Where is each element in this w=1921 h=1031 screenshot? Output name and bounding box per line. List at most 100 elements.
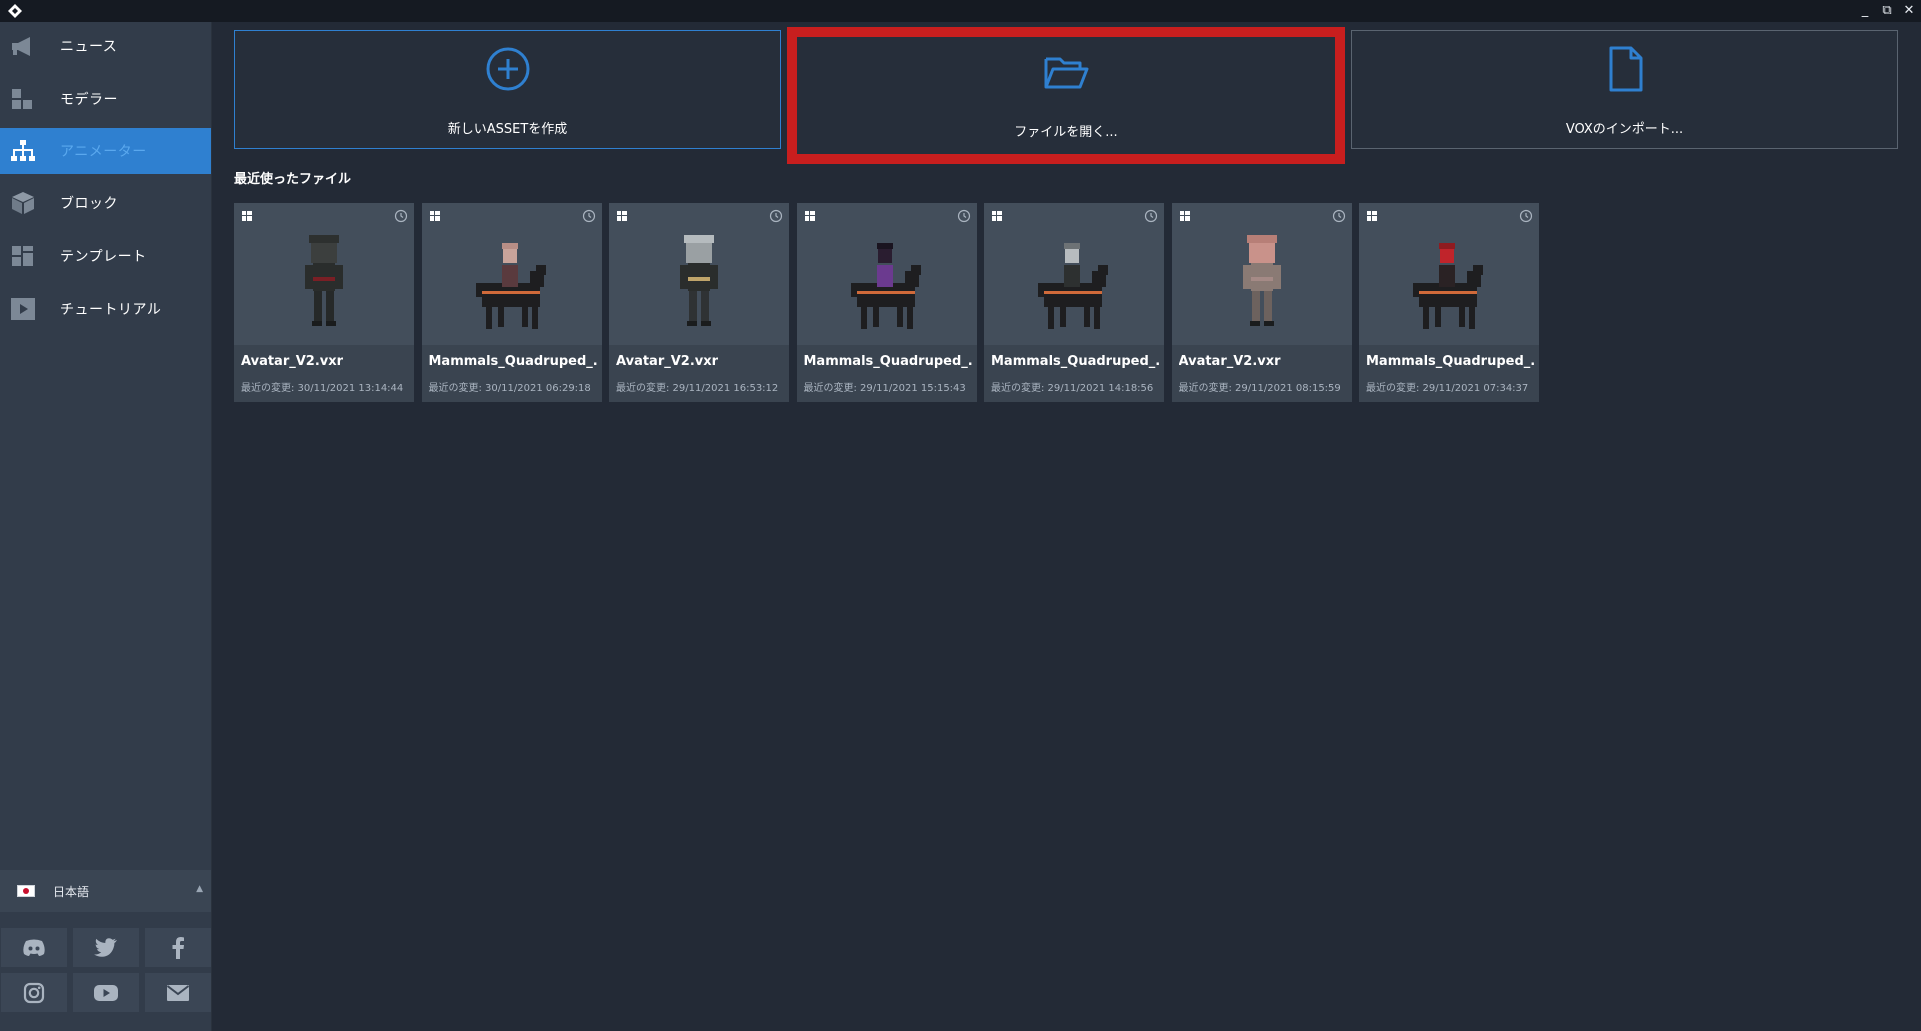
open-file-button[interactable]: ファイルを開く... [787, 27, 1345, 164]
file-thumbnail [609, 203, 789, 345]
new-asset-label: 新しいASSETを作成 [447, 122, 568, 137]
asset-preview-image [1413, 243, 1483, 329]
sidebar-item-label: モデラー [60, 92, 118, 108]
sidebar-item-label: ブロック [60, 196, 118, 212]
instagram-icon [23, 982, 45, 1003]
history-icon[interactable] [1332, 209, 1346, 223]
file-thumbnail [1359, 203, 1539, 345]
template-icon [12, 246, 33, 266]
history-icon[interactable] [394, 209, 408, 223]
discord-icon [23, 939, 45, 956]
recent-files-title: 最近使ったファイル [234, 172, 352, 187]
recent-file-card[interactable]: Avatar_V2.vxr 最近の変更: 29/11/2021 08:15:59 [1171, 203, 1352, 402]
instagram-button[interactable] [1, 973, 67, 1012]
file-modified-date: 最近の変更: 29/11/2021 16:53:12 [616, 383, 779, 394]
japan-flag-icon [17, 885, 35, 897]
app-logo-icon [8, 4, 22, 18]
file-name: Avatar_V2.vxr [616, 354, 719, 369]
history-icon[interactable] [957, 209, 971, 223]
mail-icon [166, 984, 190, 1001]
file-thumbnail [234, 203, 414, 345]
asset-type-icon [617, 211, 627, 221]
history-icon[interactable] [769, 209, 783, 223]
sidebar-item-templates[interactable]: テンプレート [0, 233, 211, 279]
asset-preview-image [1038, 243, 1108, 329]
youtube-button[interactable] [73, 973, 139, 1012]
import-vox-button[interactable]: VOXのインポート... [1351, 30, 1898, 149]
history-icon[interactable] [1519, 209, 1533, 223]
asset-preview-image [680, 235, 718, 326]
recent-file-card[interactable]: Avatar_V2.vxr 最近の変更: 29/11/2021 16:53:12 [609, 203, 789, 402]
sidebar-item-news[interactable]: ニュース [0, 23, 211, 69]
cube-icon [12, 192, 34, 214]
file-name: Avatar_V2.vxr [241, 354, 344, 369]
restore-button[interactable]: ⧉ [1879, 3, 1895, 19]
sidebar-item-modeler[interactable]: モデラー [0, 76, 211, 122]
asset-type-icon [1367, 211, 1377, 221]
file-thumbnail [421, 203, 602, 345]
recent-file-card[interactable]: Avatar_V2.vxr 最近の変更: 30/11/2021 13:14:44 [234, 203, 414, 402]
asset-type-icon [992, 211, 1002, 221]
file-name: Mammals_Quadruped_... [1366, 354, 1534, 369]
sidebar-item-label: ニュース [60, 39, 118, 55]
new-asset-button[interactable]: 新しいASSETを作成 [234, 30, 781, 149]
file-name: Mammals_Quadruped_... [991, 354, 1159, 369]
asset-preview-image [475, 243, 546, 329]
file-thumbnail [1171, 203, 1352, 345]
asset-type-icon [242, 211, 252, 221]
file-name: Mammals_Quadruped_... [803, 354, 972, 369]
file-thumbnail [796, 203, 977, 345]
twitter-icon [94, 937, 117, 957]
file-thumbnail [984, 203, 1164, 345]
recent-file-card[interactable]: Mammals_Quadruped_... 最近の変更: 29/11/2021 0… [1359, 203, 1539, 402]
play-icon [11, 298, 35, 320]
sidebar-item-label: アニメーター [60, 144, 147, 160]
main-content: 新しいASSETを作成 ファイルを開く... VOXのインポート... 最近使っ… [212, 22, 1921, 1031]
asset-preview-image [1242, 235, 1281, 326]
hierarchy-icon [11, 140, 35, 161]
file-name: Avatar_V2.vxr [1178, 354, 1281, 369]
close-button[interactable]: ✕ [1901, 3, 1917, 19]
youtube-icon [94, 984, 118, 1001]
megaphone-icon [12, 37, 30, 56]
facebook-icon [172, 936, 184, 959]
recent-file-card[interactable]: Mammals_Quadruped_... 最近の変更: 30/11/2021 0… [421, 203, 602, 402]
asset-type-icon [1179, 211, 1190, 221]
recent-file-card[interactable]: Mammals_Quadruped_... 最近の変更: 29/11/2021 1… [984, 203, 1164, 402]
asset-preview-image [850, 243, 921, 329]
blocks-icon [12, 89, 32, 109]
file-modified-date: 最近の変更: 29/11/2021 14:18:56 [991, 383, 1154, 394]
sidebar-item-label: テンプレート [60, 249, 147, 265]
discord-button[interactable] [1, 928, 67, 967]
file-name: Mammals_Quadruped_... [428, 354, 597, 369]
minimize-button[interactable]: _ [1857, 3, 1873, 19]
file-modified-date: 最近の変更: 29/11/2021 07:34:37 [1366, 383, 1529, 394]
facebook-button[interactable] [145, 928, 211, 967]
import-vox-label: VOXのインポート... [1565, 122, 1684, 137]
recent-file-card[interactable]: Mammals_Quadruped_... 最近の変更: 29/11/2021 1… [796, 203, 977, 402]
history-icon[interactable] [582, 209, 596, 223]
caret-up-icon: ▲ [196, 884, 203, 894]
asset-preview-image [305, 235, 343, 326]
sidebar-item-animator[interactable]: アニメーター [0, 128, 211, 174]
history-icon[interactable] [1144, 209, 1158, 223]
folder-open-icon [1044, 57, 1089, 89]
file-modified-date: 最近の変更: 30/11/2021 13:14:44 [241, 383, 404, 394]
mail-button[interactable] [145, 973, 211, 1012]
asset-type-icon [429, 211, 440, 221]
sidebar-item-blocks[interactable]: ブロック [0, 180, 211, 226]
open-file-label: ファイルを開く... [1014, 125, 1118, 140]
sidebar-item-tutorials[interactable]: チュートリアル [0, 286, 211, 332]
sidebar: ニュース モデラー アニメーター ブロック テンプレート チュートリアル 日本語… [0, 22, 212, 1031]
plus-circle-icon [486, 47, 529, 91]
file-modified-date: 最近の変更: 29/11/2021 08:15:59 [1178, 383, 1341, 394]
file-modified-date: 最近の変更: 29/11/2021 15:15:43 [803, 383, 966, 394]
title-bar: _ ⧉ ✕ [0, 0, 1921, 22]
language-selector[interactable]: 日本語 ▲ [0, 870, 211, 912]
file-modified-date: 最近の変更: 30/11/2021 06:29:18 [428, 383, 591, 394]
language-label: 日本語 [53, 885, 90, 899]
twitter-button[interactable] [73, 928, 139, 967]
asset-type-icon [804, 211, 815, 221]
sidebar-item-label: チュートリアル [60, 302, 162, 318]
file-icon [1609, 46, 1642, 92]
